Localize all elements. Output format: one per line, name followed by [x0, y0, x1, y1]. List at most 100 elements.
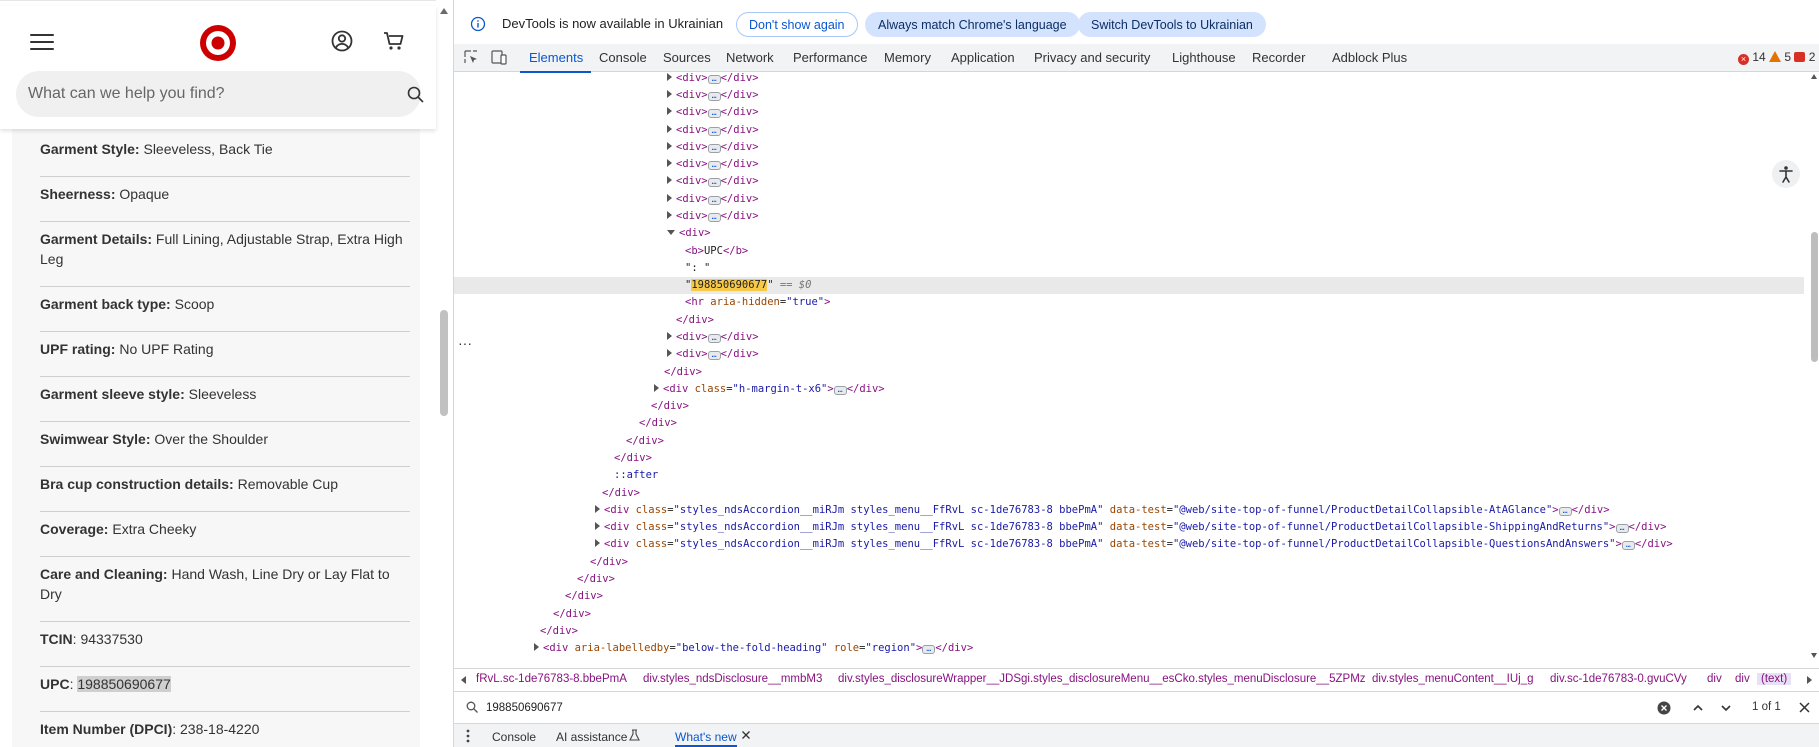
dom-node[interactable]: <div>… </div>: [454, 208, 1804, 225]
dont-show-again-button[interactable]: Don't show again: [736, 12, 858, 37]
breadcrumb-item[interactable]: div: [1707, 673, 1722, 685]
dom-close-tag[interactable]: </div>: [454, 623, 1804, 640]
expand-ellipsis-icon[interactable]: …: [1558, 507, 1572, 516]
scroll-up-icon[interactable]: [1811, 74, 1817, 79]
expand-ellipsis-icon[interactable]: …: [833, 386, 847, 395]
issue-counters[interactable]: × 14 5 2: [1738, 50, 1815, 65]
expand-ellipsis-icon[interactable]: …: [707, 127, 721, 136]
expand-ellipsis-icon[interactable]: …: [922, 645, 936, 654]
scroll-up-arrow-icon[interactable]: [440, 8, 448, 14]
drawer-tab-console[interactable]: Console: [492, 730, 536, 744]
previous-match-icon[interactable]: [1691, 701, 1705, 715]
tab-network[interactable]: Network: [726, 50, 774, 65]
dom-close-tag[interactable]: </div>: [454, 450, 1804, 467]
dom-node[interactable]: <div>… </div>: [454, 122, 1804, 139]
expand-ellipsis-icon[interactable]: …: [707, 178, 721, 187]
tab-recorder[interactable]: Recorder: [1252, 50, 1305, 65]
dom-node[interactable]: <div class="styles_ndsAccordion__miRJm s…: [454, 519, 1804, 536]
dom-close-tag[interactable]: </div>: [454, 606, 1804, 623]
drawer-tab-ai-assistance[interactable]: AI assistance: [556, 730, 627, 744]
scrollbar-thumb[interactable]: [440, 310, 448, 416]
expand-ellipsis-icon[interactable]: …: [707, 351, 721, 360]
dom-node-expanded[interactable]: <div>: [454, 225, 1804, 242]
page-scrollbar[interactable]: [436, 0, 453, 747]
dom-node[interactable]: <div class="h-margin-t-x6">… </div>: [454, 381, 1804, 398]
switch-language-button[interactable]: Switch DevTools to Ukrainian: [1078, 12, 1266, 37]
expand-ellipsis-icon[interactable]: …: [1621, 541, 1635, 550]
tab-adblock-plus[interactable]: Adblock Plus: [1332, 50, 1407, 65]
accessibility-tree-toggle-icon[interactable]: [1772, 160, 1800, 188]
expand-ellipsis-icon[interactable]: …: [707, 334, 721, 343]
find-input[interactable]: [486, 699, 1086, 717]
dom-close-tag[interactable]: </div>: [454, 571, 1804, 588]
dom-node[interactable]: <div>… </div>: [454, 72, 1804, 87]
breadcrumb-item[interactable]: div: [1735, 673, 1750, 685]
tab-memory[interactable]: Memory: [884, 50, 931, 65]
expand-ellipsis-icon[interactable]: …: [707, 109, 721, 118]
breadcrumb-scroll-left-icon[interactable]: [461, 676, 466, 684]
expand-ellipsis-icon[interactable]: …: [707, 161, 721, 170]
dom-node[interactable]: <b>UPC</b>: [454, 243, 1804, 260]
next-match-icon[interactable]: [1719, 701, 1733, 715]
tab-privacy-security[interactable]: Privacy and security: [1034, 50, 1150, 65]
tab-performance[interactable]: Performance: [793, 50, 867, 65]
expand-ellipsis-icon[interactable]: …: [1615, 524, 1629, 533]
dom-node[interactable]: <div class="styles_ndsAccordion__miRJm s…: [454, 536, 1804, 553]
target-logo[interactable]: [199, 24, 237, 62]
breadcrumb-item[interactable]: div.sc-1de76783-0.gvuCVy: [1550, 673, 1687, 685]
dom-close-tag[interactable]: </div>: [454, 554, 1804, 571]
close-tab-icon[interactable]: [741, 730, 751, 740]
expand-ellipsis-icon[interactable]: …: [707, 196, 721, 205]
dom-node[interactable]: <hr aria-hidden="true">: [454, 294, 1804, 311]
expand-ellipsis-icon[interactable]: …: [707, 92, 721, 101]
expand-ellipsis-icon[interactable]: …: [707, 144, 721, 153]
dom-node[interactable]: <div>… </div>: [454, 104, 1804, 121]
breadcrumb-scroll-right-icon[interactable]: [1807, 676, 1812, 684]
selected-text-node[interactable]: "198850690677" == $0: [454, 277, 1804, 294]
dom-close-tag[interactable]: </div>: [454, 415, 1804, 432]
inspect-element-icon[interactable]: [464, 50, 479, 65]
cart-icon[interactable]: [383, 30, 405, 52]
account-icon[interactable]: [331, 30, 353, 52]
tab-console[interactable]: Console: [599, 50, 647, 65]
dom-node[interactable]: <div>… </div>: [454, 156, 1804, 173]
dom-node[interactable]: <div>… </div>: [454, 173, 1804, 190]
breadcrumb-item[interactable]: div.styles_ndsDisclosure__mmbM3: [643, 673, 822, 685]
scrollbar-thumb[interactable]: [1811, 232, 1818, 362]
dom-close-tag[interactable]: </div>: [454, 398, 1804, 415]
dom-node[interactable]: <div>… </div>: [454, 191, 1804, 208]
more-options-icon[interactable]: [466, 729, 470, 743]
breadcrumb-item[interactable]: div.styles_disclosureWrapper__JDSgi.styl…: [838, 673, 1366, 685]
search-input[interactable]: [28, 71, 378, 117]
dom-close-tag[interactable]: </div>: [454, 312, 1804, 329]
scroll-down-icon[interactable]: [1811, 653, 1817, 658]
expand-ellipsis-icon[interactable]: …: [707, 75, 721, 84]
search-icon[interactable]: [407, 86, 424, 103]
always-match-language-button[interactable]: Always match Chrome's language: [865, 12, 1080, 37]
tab-sources[interactable]: Sources: [663, 50, 711, 65]
dom-close-tag[interactable]: </div>: [454, 485, 1804, 502]
device-toolbar-icon[interactable]: [491, 50, 507, 65]
clear-search-icon[interactable]: [1657, 701, 1671, 715]
dom-node[interactable]: <div class="styles_ndsAccordion__miRJm s…: [454, 502, 1804, 519]
dom-close-tag[interactable]: </div>: [454, 588, 1804, 605]
breadcrumb-item[interactable]: div.styles_menuContent__IUj_g: [1372, 673, 1534, 685]
dom-node[interactable]: <div>… </div>: [454, 87, 1804, 104]
dom-text-node[interactable]: ": ": [454, 260, 1804, 277]
dom-close-tag[interactable]: </div>: [454, 433, 1804, 450]
dom-node[interactable]: <div aria-labelledby="below-the-fold-hea…: [454, 640, 1804, 657]
drawer-tab-whats-new[interactable]: What's new: [675, 730, 737, 747]
expand-ellipsis-icon[interactable]: …: [707, 213, 721, 222]
breadcrumb-item-current[interactable]: (text): [1757, 673, 1792, 685]
dom-node[interactable]: <div>… </div>: [454, 139, 1804, 156]
menu-icon[interactable]: [30, 32, 54, 52]
tab-application[interactable]: Application: [951, 50, 1015, 65]
dom-close-tag[interactable]: </div>: [454, 657, 1804, 660]
pseudo-element[interactable]: ::after: [454, 467, 1804, 484]
dom-close-tag[interactable]: </div>: [454, 364, 1804, 381]
close-find-icon[interactable]: [1798, 701, 1811, 714]
tab-elements[interactable]: Elements: [519, 50, 592, 73]
tab-lighthouse[interactable]: Lighthouse: [1172, 50, 1236, 65]
breadcrumb-item[interactable]: fRvL.sc-1de76783-8.bbePmA: [476, 673, 627, 685]
dom-node[interactable]: <div>… </div>: [454, 329, 1804, 346]
